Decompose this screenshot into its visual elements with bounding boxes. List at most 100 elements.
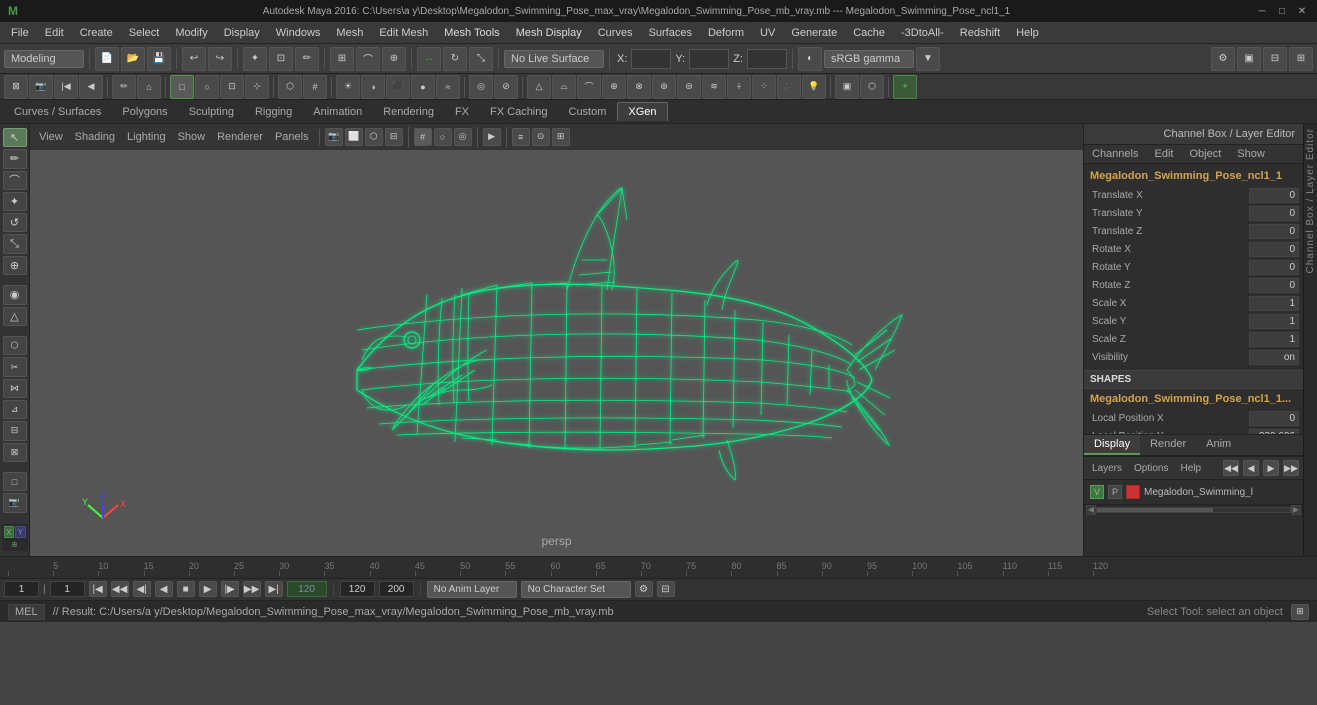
cb-tab-edit[interactable]: Edit <box>1146 145 1181 163</box>
paint-effects-button[interactable]: ✏ <box>112 75 136 99</box>
scroll-right-button[interactable]: ▶ <box>1291 505 1301 515</box>
tab-animation[interactable]: Animation <box>303 103 372 121</box>
snap-to-poly-button[interactable]: △ <box>3 307 27 326</box>
menu-curves[interactable]: Curves <box>591 25 640 41</box>
sculpt-button[interactable]: ⌂ <box>137 75 161 99</box>
cb-scale-z-value[interactable] <box>1249 332 1299 347</box>
menu-windows[interactable]: Windows <box>269 25 328 41</box>
scrollbar-thumb[interactable] <box>1097 508 1213 512</box>
tab-sculpting[interactable]: Sculpting <box>179 103 244 121</box>
layer-horizontal-scrollbar[interactable]: ◀ ▶ <box>1084 504 1303 514</box>
menu-surfaces[interactable]: Surfaces <box>642 25 699 41</box>
y-input[interactable] <box>689 49 729 69</box>
scale-mode-button[interactable]: ⤡ <box>3 234 27 253</box>
cb-rotate-y-value[interactable] <box>1249 260 1299 275</box>
bridge-button[interactable]: ⊠ <box>3 443 27 462</box>
scrollbar-track[interactable] <box>1096 507 1291 513</box>
cb-visibility-value[interactable] <box>1249 350 1299 365</box>
menu-help[interactable]: Help <box>1009 25 1046 41</box>
menu-create[interactable]: Create <box>73 25 120 41</box>
redo-button[interactable]: ↪ <box>208 47 232 71</box>
move-mode-button[interactable]: ✦ <box>3 192 27 211</box>
end-frame-input[interactable] <box>287 581 327 597</box>
language-toggle[interactable]: MEL <box>8 604 45 620</box>
paint-select-button[interactable]: ✏ <box>295 47 319 71</box>
maximize-button[interactable]: □ <box>1275 4 1289 18</box>
show-joints-button[interactable]: ⊕ <box>602 75 626 99</box>
multi-cut-button[interactable]: ✂ <box>3 357 27 376</box>
tab-custom[interactable]: Custom <box>559 103 617 121</box>
prev-key-button[interactable]: ◀| <box>133 581 151 597</box>
lasso-select-button[interactable]: ⊡ <box>269 47 293 71</box>
paint-select-mode-button[interactable]: ✏ <box>3 149 27 168</box>
ipr-render-button[interactable]: ⬡ <box>860 75 884 99</box>
show-ik-button[interactable]: ⊗ <box>627 75 651 99</box>
menu-generate[interactable]: Generate <box>784 25 844 41</box>
xray-button[interactable]: ◎ <box>469 75 493 99</box>
skip-to-end-button[interactable]: ▶| <box>265 581 283 597</box>
start-frame-input[interactable] <box>50 581 85 597</box>
menu-redshift[interactable]: Redshift <box>953 25 1007 41</box>
snap-grid-button[interactable]: ⊞ <box>330 47 354 71</box>
camera-settings-button[interactable]: 📷 <box>29 75 53 99</box>
grid-button[interactable]: # <box>303 75 327 99</box>
select-tool-button[interactable]: ✦ <box>243 47 267 71</box>
step-fwd-button[interactable]: ▶▶ <box>243 581 261 597</box>
shadow-button[interactable]: ◑ <box>361 75 385 99</box>
show-lights-button[interactable]: 💡 <box>802 75 826 99</box>
playback-options-button[interactable]: ⚙ <box>635 581 653 597</box>
menu-file[interactable]: File <box>4 25 36 41</box>
layer-playback-toggle[interactable]: P <box>1108 485 1122 499</box>
undo-button[interactable]: ↩ <box>182 47 206 71</box>
new-file-button[interactable]: 📄 <box>95 47 119 71</box>
display-shading-button[interactable]: □ <box>170 75 194 99</box>
le-nav-prev[interactable]: ◀ <box>1243 460 1259 476</box>
tab-rigging[interactable]: Rigging <box>245 103 302 121</box>
snap-point-button[interactable]: ⊕ <box>382 47 406 71</box>
select-mode-button[interactable]: ↖ <box>3 128 27 147</box>
show-nurbs-button[interactable]: ⌓ <box>552 75 576 99</box>
cb-scale-y-value[interactable] <box>1249 314 1299 329</box>
render-options-button[interactable]: ⊟ <box>657 581 675 597</box>
menu-mesh-display[interactable]: Mesh Display <box>509 25 589 41</box>
soft-select-button[interactable]: ◉ <box>3 285 27 304</box>
show-fluids-button[interactable]: ≋ <box>702 75 726 99</box>
snap-curve-button[interactable]: ⌒ <box>356 47 380 71</box>
menu-select[interactable]: Select <box>122 25 167 41</box>
isolate-button[interactable]: ⊘ <box>494 75 518 99</box>
show-hair-button[interactable]: ⍭ <box>727 75 751 99</box>
layer-color-swatch[interactable] <box>1126 485 1140 499</box>
rotate-tool-button[interactable]: ↻ <box>443 47 467 71</box>
render-settings-button[interactable]: ⚙ <box>1211 47 1235 71</box>
menu-modify[interactable]: Modify <box>168 25 214 41</box>
menu-cache[interactable]: Cache <box>846 25 892 41</box>
dt-tab-anim[interactable]: Anim <box>1196 435 1241 455</box>
next-key-button[interactable]: |▶ <box>221 581 239 597</box>
char-set-dropdown[interactable]: No Character Set <box>521 581 631 598</box>
bevel-button[interactable]: ⊿ <box>3 400 27 419</box>
menu-edit-mesh[interactable]: Edit Mesh <box>372 25 435 41</box>
ambient-occlusion-button[interactable]: ● <box>411 75 435 99</box>
layout-button[interactable]: ⊞ <box>1289 47 1313 71</box>
le-nav-last[interactable]: ▶▶ <box>1283 460 1299 476</box>
camera-button[interactable]: 📷 <box>3 493 27 512</box>
lasso-mode-button[interactable]: ⌒ <box>3 171 27 190</box>
rotate-mode-button[interactable]: ↺ <box>3 213 27 232</box>
cb-rotate-x-value[interactable] <box>1249 242 1299 257</box>
scale-tool-button[interactable]: ⤡ <box>469 47 493 71</box>
dt-tab-display[interactable]: Display <box>1084 435 1140 455</box>
playback-key-prev-button[interactable]: ◀ <box>79 75 103 99</box>
open-file-button[interactable]: 📂 <box>121 47 145 71</box>
cb-tab-channels[interactable]: Channels <box>1084 145 1146 163</box>
le-nav-first[interactable]: ◀◀ <box>1223 460 1239 476</box>
show-curves-button[interactable]: ⌒ <box>577 75 601 99</box>
play-back-button[interactable]: ◀ <box>155 581 173 597</box>
show-dynamics-button[interactable]: ⊜ <box>677 75 701 99</box>
universal-mode-button[interactable]: ⊕ <box>3 256 27 275</box>
dt-tab-render[interactable]: Render <box>1140 435 1196 455</box>
menu-mesh-tools[interactable]: Mesh Tools <box>437 25 506 41</box>
cb-local-pos-x-value[interactable] <box>1249 411 1299 426</box>
z-input[interactable] <box>747 49 787 69</box>
tab-polygons[interactable]: Polygons <box>112 103 177 121</box>
display-smooth-button[interactable]: ○ <box>195 75 219 99</box>
